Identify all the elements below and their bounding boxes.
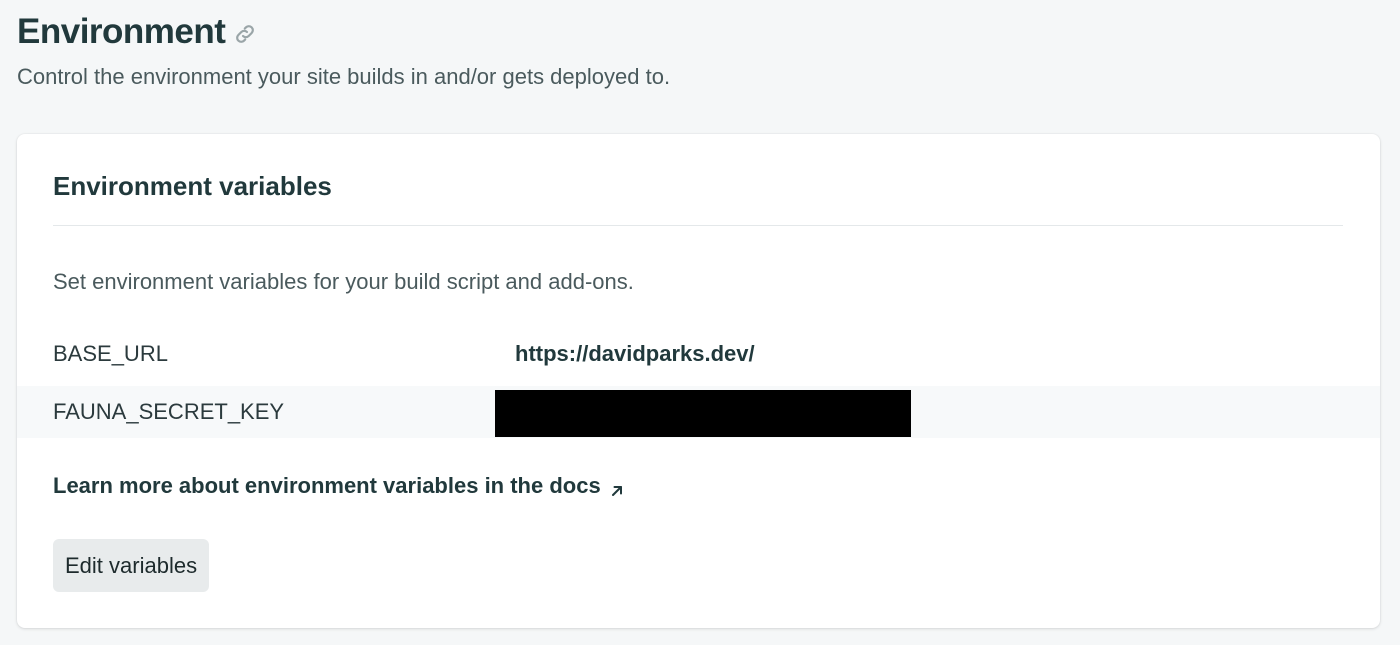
variable-key: FAUNA_SECRET_KEY [53, 399, 285, 424]
card-title: Environment variables [53, 171, 332, 201]
variable-row: FAUNA_SECRET_KEY [17, 386, 1380, 438]
docs-link-label: Learn more about environment variables i… [53, 473, 601, 498]
section-description: Control the environment your site builds… [17, 64, 671, 89]
section-header: Environment [17, 10, 257, 54]
edit-variables-button[interactable]: Edit variables [53, 539, 210, 592]
section-title-row: Environment [17, 10, 257, 54]
card-description: Set environment variables for your build… [53, 269, 634, 294]
redacted-value [495, 390, 911, 437]
arrow-up-right-icon [609, 478, 625, 496]
variable-row: BASE_URL https://davidparks.dev/ [17, 328, 1380, 380]
link-icon[interactable] [233, 22, 257, 46]
page-title: Environment [17, 12, 226, 51]
environment-variables-card: Environment variables Set environment va… [17, 134, 1380, 628]
docs-link[interactable]: Learn more about environment variables i… [53, 472, 625, 500]
variable-key: BASE_URL [53, 341, 168, 366]
variable-value: https://davidparks.dev/ [515, 341, 755, 366]
divider [53, 225, 1343, 226]
